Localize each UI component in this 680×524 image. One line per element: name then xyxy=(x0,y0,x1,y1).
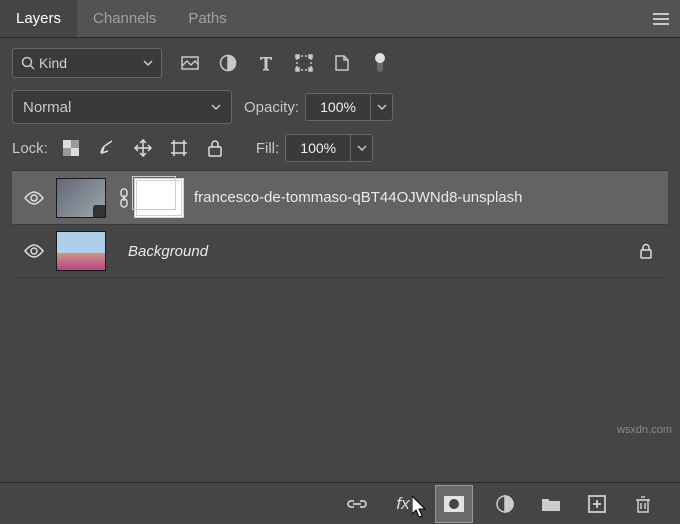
chain-icon xyxy=(346,497,368,511)
opacity-label: Opacity: xyxy=(244,99,299,116)
folder-icon xyxy=(541,496,561,512)
lock-label: Lock: xyxy=(12,140,48,157)
eye-icon xyxy=(24,191,44,205)
filter-pixel-layers-icon[interactable] xyxy=(180,53,200,73)
filter-kind-select[interactable]: Kind xyxy=(12,48,162,78)
watermark: wsxdn.com xyxy=(617,424,672,436)
filter-adjustment-layers-icon[interactable] xyxy=(218,53,238,73)
fx-icon: fx xyxy=(396,494,409,514)
search-icon xyxy=(21,56,35,70)
layer-mask-thumbnail[interactable] xyxy=(134,178,184,218)
chevron-down-icon xyxy=(211,104,221,110)
filter-kind-label: Kind xyxy=(35,55,143,71)
layer-row[interactable]: francesco-de-tommaso-qBT44OJWNd8-unsplas… xyxy=(12,170,668,224)
trash-icon xyxy=(635,495,651,513)
chevron-down-icon xyxy=(377,104,387,110)
filter-shape-layers-icon[interactable] xyxy=(294,53,314,73)
visibility-toggle[interactable] xyxy=(24,191,44,205)
tab-layers[interactable]: Layers xyxy=(0,0,77,37)
tab-paths[interactable]: Paths xyxy=(172,0,242,37)
link-icon xyxy=(114,188,134,208)
add-group-button[interactable] xyxy=(538,491,564,517)
panel-menu-button[interactable] xyxy=(642,0,680,37)
filter-type-layers-icon[interactable] xyxy=(256,53,276,73)
hamburger-icon xyxy=(653,13,669,25)
add-mask-button[interactable] xyxy=(436,486,472,522)
layer-thumbnail[interactable] xyxy=(56,231,106,271)
mask-icon xyxy=(443,495,465,513)
delete-layer-button[interactable] xyxy=(630,491,656,517)
blend-mode-select[interactable]: Normal xyxy=(12,90,232,124)
eye-icon xyxy=(24,244,44,258)
plus-square-icon xyxy=(588,495,606,513)
fill-input[interactable]: 100% xyxy=(285,134,351,162)
add-adjustment-button[interactable] xyxy=(492,491,518,517)
link-layers-button[interactable] xyxy=(344,491,370,517)
filter-smart-objects-icon[interactable] xyxy=(332,53,352,73)
lock-transparency-icon[interactable] xyxy=(60,137,82,159)
chevron-down-icon xyxy=(143,60,153,66)
fill-scrubber[interactable] xyxy=(351,134,373,162)
lock-all-icon[interactable] xyxy=(204,137,226,159)
tab-channels[interactable]: Channels xyxy=(77,0,172,37)
layer-fx-button[interactable]: fx xyxy=(390,491,416,517)
filter-toggle-switch[interactable] xyxy=(370,53,390,73)
adjustment-icon xyxy=(495,494,515,514)
layer-row[interactable]: Background xyxy=(12,224,668,278)
lock-indicator-icon[interactable] xyxy=(628,243,664,259)
chevron-down-icon xyxy=(357,145,367,151)
blend-mode-label: Normal xyxy=(23,99,71,116)
add-layer-button[interactable] xyxy=(584,491,610,517)
opacity-input[interactable]: 100% xyxy=(305,93,371,121)
opacity-scrubber[interactable] xyxy=(371,93,393,121)
fill-label: Fill: xyxy=(256,140,279,157)
layer-name[interactable]: Background xyxy=(128,243,628,260)
lock-pixels-icon[interactable] xyxy=(96,137,118,159)
visibility-toggle[interactable] xyxy=(24,244,44,258)
lock-artboard-icon[interactable] xyxy=(168,137,190,159)
layer-name[interactable]: francesco-de-tommaso-qBT44OJWNd8-unsplas… xyxy=(194,189,664,206)
lock-position-icon[interactable] xyxy=(132,137,154,159)
layer-thumbnail[interactable] xyxy=(56,178,106,218)
